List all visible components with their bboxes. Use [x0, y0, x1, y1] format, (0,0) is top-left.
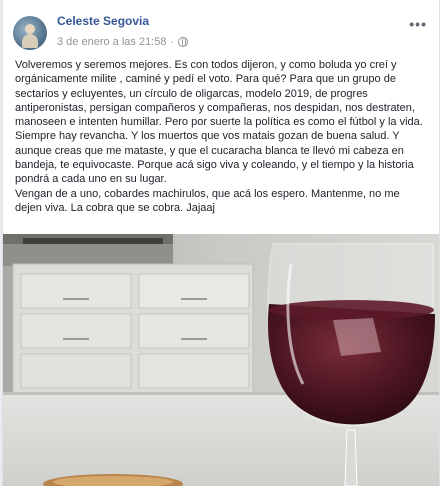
post-paragraph-1: Volveremos y seremos mejores. Es con tod…: [15, 59, 423, 186]
more-options-icon[interactable]: •••: [409, 16, 427, 32]
post-timestamp[interactable]: 3 de enero a las 21:58: [57, 36, 166, 48]
post-card: Celeste Segovia 3 de enero a las 21:58 ·…: [2, 0, 440, 486]
globe-icon[interactable]: [178, 37, 189, 47]
author-name[interactable]: Celeste Segovia: [57, 14, 149, 28]
post-paragraph-2: Vengan de a uno, cobardes machirulos, qu…: [15, 187, 400, 214]
author-avatar[interactable]: [13, 16, 47, 50]
meta-separator: ·: [170, 36, 175, 48]
post-photo[interactable]: [3, 234, 439, 486]
post-photo-image: [3, 234, 439, 486]
post-meta: 3 de enero a las 21:58 ·: [57, 36, 189, 48]
post-text: Volveremos y seremos mejores. Es con tod…: [15, 58, 429, 215]
post-header: Celeste Segovia 3 de enero a las 21:58 ·…: [13, 10, 429, 54]
